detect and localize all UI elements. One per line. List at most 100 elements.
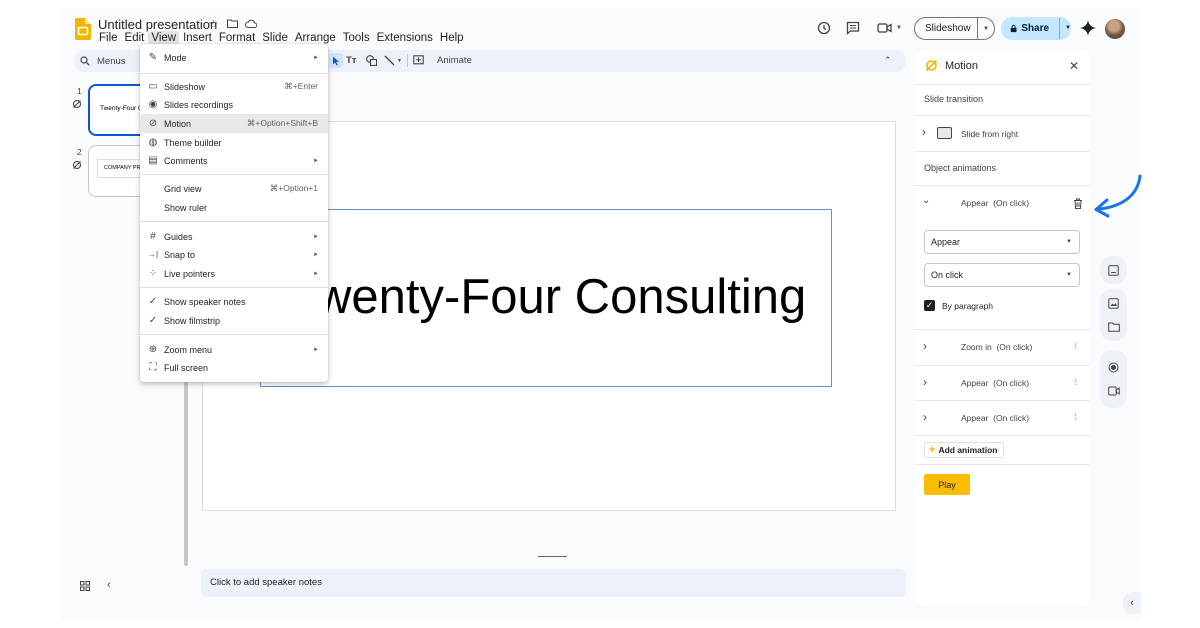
menu-item-slideshow-label: Slideshow xyxy=(164,81,206,92)
animation-name: Zoom in (On click) xyxy=(961,342,1032,352)
animation-row[interactable]: › Appear (On click) ⁞⁞ xyxy=(915,400,1090,435)
expand-side-panel-icon[interactable]: ‹ xyxy=(1123,592,1141,614)
menu-item-full-screen[interactable]: ⛶ Full screen xyxy=(140,358,328,377)
menu-insert[interactable]: Insert xyxy=(183,32,212,44)
by-paragraph-checkbox[interactable]: ✓ xyxy=(924,300,935,311)
share-options-chevron-icon[interactable]: ▼ xyxy=(1059,18,1071,39)
pencil-icon: ✎ xyxy=(148,52,158,63)
record-icon[interactable] xyxy=(1102,355,1126,379)
menu-item-zoom-menu[interactable]: ⊕ Zoom menu ► xyxy=(140,340,328,359)
filmstrip-scrollbar[interactable] xyxy=(184,360,188,566)
image-icon[interactable] xyxy=(1102,291,1126,315)
menu-item-snap-to-label: Snap to xyxy=(164,249,196,260)
menu-item-motion-shortcut: ⌘+Option+Shift+B xyxy=(246,118,318,128)
collapse-filmstrip-icon[interactable]: ‹ xyxy=(107,579,111,591)
line-tool-icon[interactable]: ▼ xyxy=(384,55,402,66)
menus-search-button[interactable]: Menus xyxy=(80,52,126,70)
menu-item-show-ruler[interactable]: Show ruler xyxy=(140,198,328,217)
menu-item-show-speaker-notes[interactable]: ✓ Show speaker notes xyxy=(140,292,328,311)
effect-select[interactable]: Appear ▼ xyxy=(924,230,1080,254)
drag-handle-icon[interactable]: ⁞⁞ xyxy=(1074,341,1077,351)
speaker-notes-placeholder[interactable]: Click to add speaker notes xyxy=(210,577,322,588)
menu-item-motion[interactable]: ⊘ Motion ⌘+Option+Shift+B xyxy=(140,114,328,133)
trash-icon[interactable] xyxy=(1073,198,1083,209)
play-button[interactable]: Play xyxy=(924,474,970,495)
animate-button[interactable]: Animate xyxy=(437,55,472,66)
menu-bar: File Edit View Insert Format Slide Arran… xyxy=(99,31,471,45)
slide-transition-row[interactable]: › Slide from right xyxy=(915,115,1090,151)
line-options-chevron-icon[interactable]: ▼ xyxy=(397,58,402,64)
drag-handle-icon[interactable]: ⁞⁞ xyxy=(1074,377,1077,387)
close-icon[interactable]: ✕ xyxy=(1069,59,1079,73)
menu-item-slideshow[interactable]: ▭ Slideshow ⌘+Enter xyxy=(140,77,328,96)
slide-thumbnail-1[interactable]: Twenty-Four C xyxy=(88,84,148,136)
video-icon[interactable] xyxy=(1102,379,1126,403)
menu-view[interactable]: View xyxy=(148,31,180,45)
history-icon[interactable] xyxy=(817,21,831,35)
slideshow-button[interactable]: Slideshow xyxy=(915,18,978,39)
select-pointer-icon[interactable] xyxy=(329,53,343,68)
menu-divider xyxy=(140,174,328,175)
grid-view-icon[interactable] xyxy=(80,581,90,591)
menu-item-grid-view[interactable]: Grid view ⌘+Option+1 xyxy=(140,179,328,198)
transition-slide-icon xyxy=(937,127,952,139)
insert-comment-icon[interactable] xyxy=(413,55,424,66)
animation-effect-text: Appear xyxy=(961,378,989,388)
document-title[interactable]: Untitled presentation xyxy=(98,17,217,32)
menu-item-theme-builder[interactable]: ◍ Theme builder xyxy=(140,133,328,152)
menu-tools[interactable]: Tools xyxy=(343,32,370,44)
menu-arrange[interactable]: Arrange xyxy=(295,32,336,44)
menu-edit[interactable]: Edit xyxy=(125,32,145,44)
menu-item-mode[interactable]: ✎ Mode ► xyxy=(140,48,328,67)
menu-item-show-ruler-label: Show ruler xyxy=(164,202,208,213)
menu-item-grid-view-shortcut: ⌘+Option+1 xyxy=(269,183,318,193)
avatar[interactable] xyxy=(1105,19,1125,39)
comments-icon[interactable] xyxy=(846,21,860,35)
trigger-select[interactable]: On click ▼ xyxy=(924,263,1080,287)
animation-row-expanded[interactable]: ⌄ Appear (On click) xyxy=(915,185,1090,220)
menu-item-show-filmstrip[interactable]: ✓ Show filmstrip xyxy=(140,311,328,330)
animation-trigger-text: (On click) xyxy=(996,342,1033,352)
slide-transition-heading: Slide transition xyxy=(924,94,984,104)
menu-slide[interactable]: Slide xyxy=(262,32,288,44)
menu-item-snap-to[interactable]: →| Snap to ► xyxy=(140,245,328,264)
menu-item-comments[interactable]: ▤ Comments ► xyxy=(140,151,328,170)
menu-help[interactable]: Help xyxy=(440,32,464,44)
menu-extensions[interactable]: Extensions xyxy=(377,32,433,44)
meet-icon[interactable]: ▼ xyxy=(877,22,902,34)
slides-logo[interactable] xyxy=(75,18,91,40)
text-box-icon[interactable]: Tт xyxy=(346,55,356,66)
menu-file[interactable]: File xyxy=(99,32,118,44)
check-icon: ✓ xyxy=(148,296,158,307)
menu-item-slides-recordings[interactable]: ◉ Slides recordings xyxy=(140,95,328,114)
notes-resize-handle[interactable] xyxy=(538,556,567,557)
share-button[interactable]: Share ▼ xyxy=(1001,17,1071,40)
collapse-toolbar-chevron-icon[interactable]: ⌃ xyxy=(884,55,892,66)
by-paragraph-label: By paragraph xyxy=(942,301,994,311)
gemini-sparkle-icon[interactable] xyxy=(1080,20,1096,36)
dropdown-caret-icon: ▼ xyxy=(1066,272,1072,278)
slide-2-animation-icon xyxy=(72,160,82,170)
drag-handle-icon[interactable]: ⁞⁞ xyxy=(1074,412,1077,422)
menu-item-live-pointers[interactable]: ⁘ Live pointers ► xyxy=(140,264,328,283)
menu-item-guides[interactable]: # Guides ► xyxy=(140,227,328,246)
chevron-right-icon: › xyxy=(922,125,926,139)
star-icon[interactable]: ☆ xyxy=(208,17,219,31)
menu-format[interactable]: Format xyxy=(219,32,255,44)
pointer-icon: ⁘ xyxy=(148,268,158,279)
slideshow-options-chevron-icon[interactable]: ▼ xyxy=(983,26,989,32)
animation-effect-text: Zoom in xyxy=(961,342,992,352)
view-menu-dropdown: ✎ Mode ► ▭ Slideshow ⌘+Enter ◉ Slides re… xyxy=(140,44,328,382)
animation-row[interactable]: › Appear (On click) ⁞⁞ xyxy=(915,365,1090,400)
slide-thumbnail-2[interactable]: COMPANY PR xyxy=(88,145,148,197)
animation-effect-text: Appear xyxy=(961,413,989,423)
folder-icon[interactable] xyxy=(1102,315,1126,339)
add-animation-button[interactable]: + Add animation xyxy=(924,442,1005,458)
side-rail-group-1 xyxy=(1100,256,1127,284)
slide-title[interactable]: wenty-Four Consulting xyxy=(316,266,806,328)
shape-icon[interactable] xyxy=(366,55,377,66)
animation-row[interactable]: › Zoom in (On click) ⁞⁞ xyxy=(915,329,1090,364)
cloud-icon[interactable] xyxy=(245,19,257,28)
folder-icon[interactable] xyxy=(227,19,238,28)
slide-layout-icon[interactable] xyxy=(1102,258,1126,282)
